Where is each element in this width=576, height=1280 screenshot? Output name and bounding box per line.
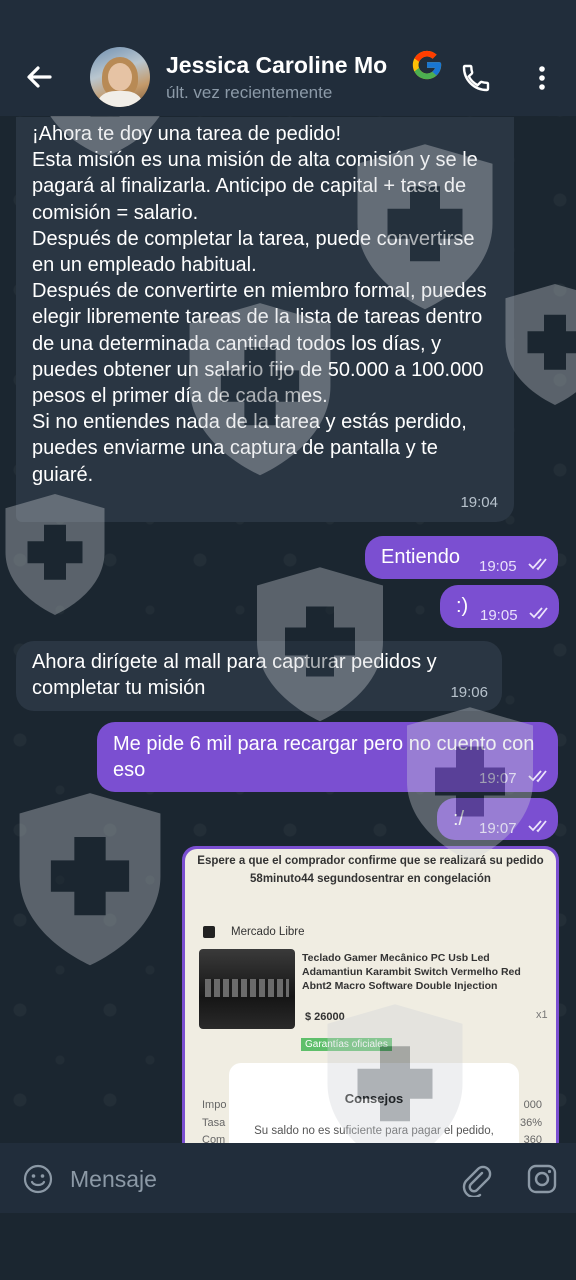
phone-icon[interactable] (460, 62, 492, 94)
back-arrow-icon[interactable] (22, 60, 56, 94)
chat-header: Jessica Caroline Mo últ. vez recientemen… (0, 0, 576, 116)
instagram-icon[interactable] (526, 1163, 558, 1195)
system-nav-area (0, 1213, 576, 1280)
emoji-icon[interactable] (22, 1163, 54, 1195)
screenshot-image: Espere a que el comprador confirme que s… (185, 849, 556, 1146)
double-check-icon (528, 770, 547, 783)
image-message[interactable]: Espere a que el comprador confirme que s… (182, 846, 559, 1146)
product-price: $ 26000 (305, 1011, 345, 1023)
tips-dialog: Consejos Su saldo no es suficiente para … (229, 1063, 519, 1146)
message-time: 19:07 (479, 770, 517, 787)
paperclip-icon[interactable] (458, 1161, 492, 1197)
summary-value: 36% (519, 1117, 542, 1129)
order-wait-note: Espere a que el comprador confirme que s… (197, 855, 544, 885)
dialog-title: Consejos (344, 1091, 404, 1106)
store-icon (203, 926, 215, 938)
keyboard-product-image (199, 949, 295, 1029)
contact-status: últ. vez recientemente (166, 83, 333, 102)
message-text: ¡Ahora te doy una tarea de pedido! Esta … (32, 123, 487, 486)
contact-name[interactable]: Jessica Caroline Mo (166, 52, 408, 82)
more-vertical-icon[interactable] (528, 62, 556, 94)
summary-label: Impo (202, 1099, 227, 1111)
product-title: Teclado Gamer Mecânico PC Usb Led Adaman… (302, 952, 521, 992)
avatar[interactable] (90, 47, 150, 107)
message-time: 19:04 (460, 493, 498, 511)
message-outgoing[interactable]: Me pide 6 mil para recargar pero no cuen… (97, 722, 558, 792)
warranty-badge: Garantías oficiales (301, 1038, 392, 1051)
message-time: 19:07 (479, 820, 517, 837)
message-outgoing[interactable]: :) 19:05 (440, 585, 559, 628)
message-incoming[interactable]: Ahora dirígete al mall para capturar ped… (16, 641, 502, 711)
message-composer (0, 1143, 576, 1213)
double-check-icon (529, 607, 548, 620)
dialog-text: Su saldo no es suficiente para pagar el … (254, 1125, 494, 1137)
message-outgoing[interactable]: :/ 19:07 (437, 798, 558, 840)
google-icon (412, 50, 442, 80)
double-check-icon (528, 820, 547, 833)
message-input[interactable] (70, 1163, 430, 1195)
double-check-icon (528, 558, 547, 571)
summary-label: Tasa (202, 1117, 226, 1129)
store-name: Mercado Libre (231, 926, 305, 938)
product-quantity: x1 (536, 1009, 548, 1021)
message-time: 19:05 (480, 607, 518, 624)
message-time: 19:06 (450, 683, 488, 701)
summary-value: 000 (523, 1099, 542, 1111)
message-outgoing[interactable]: Entiendo 19:05 (365, 536, 558, 579)
message-text: Ahora dirígete al mall para capturar ped… (32, 651, 443, 700)
message-incoming[interactable]: ¡Ahora te doy una tarea de pedido! Esta … (16, 117, 514, 522)
message-time: 19:05 (479, 558, 517, 575)
